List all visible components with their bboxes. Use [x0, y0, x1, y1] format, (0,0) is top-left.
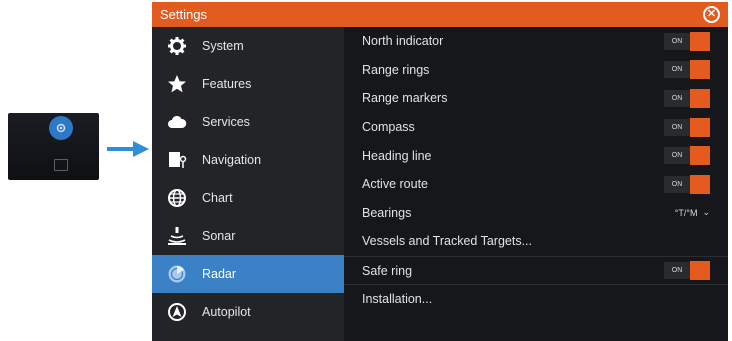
navigation-icon: [166, 149, 188, 171]
sidebar-item-label: Features: [202, 77, 252, 91]
chevron-down-icon: ⌄: [702, 207, 710, 218]
safe-ring-toggle[interactable]: ON: [664, 261, 710, 281]
sonar-icon: [166, 225, 188, 247]
setting-label: Safe ring: [362, 263, 413, 278]
setting-label: Heading line: [362, 148, 432, 163]
sidebar-item-system[interactable]: System: [152, 27, 344, 65]
close-icon: ✕: [706, 8, 717, 20]
toggle-switch: [690, 146, 710, 166]
gear-icon: [56, 123, 66, 133]
toggle-state: ON: [664, 175, 690, 193]
setting-row-north-indicator[interactable]: North indicator ON: [344, 27, 728, 56]
home-screen-thumbnail: [8, 113, 99, 180]
north-indicator-toggle[interactable]: ON: [664, 31, 710, 51]
setting-label: Active route: [362, 177, 429, 192]
sidebar-item-label: System: [202, 39, 244, 53]
toggle-state: ON: [664, 61, 690, 79]
setting-row-safe-ring[interactable]: Safe ring ON: [344, 255, 728, 285]
setting-row-installation[interactable]: Installation...: [344, 284, 728, 313]
toggle-switch: [690, 88, 710, 108]
setting-label: Compass: [362, 120, 415, 135]
setting-row-bearings[interactable]: Bearings °T/°M ⌄: [344, 199, 728, 228]
gear-icon: [166, 35, 188, 57]
bearings-select[interactable]: °T/°M ⌄: [675, 207, 710, 218]
setting-row-compass[interactable]: Compass ON: [344, 113, 728, 142]
sidebar-item-features[interactable]: Features: [152, 65, 344, 103]
sidebar-item-services[interactable]: Services: [152, 103, 344, 141]
dialog-title: Settings: [160, 7, 207, 22]
toggle-switch: [690, 117, 710, 137]
toggle-switch: [690, 174, 710, 194]
radar-icon: [166, 263, 188, 285]
placeholder-icon: [54, 159, 68, 171]
toggle-state: ON: [664, 89, 690, 107]
setting-row-range-markers[interactable]: Range markers ON: [344, 84, 728, 113]
toggle-state: ON: [664, 262, 690, 280]
sidebar-item-label: Services: [202, 115, 250, 129]
setting-label: Vessels and Tracked Targets...: [362, 234, 533, 249]
sidebar-item-label: Autopilot: [202, 305, 251, 319]
sidebar-item-chart[interactable]: Chart: [152, 179, 344, 217]
settings-gear-button[interactable]: [49, 116, 73, 140]
toggle-switch: [690, 261, 710, 281]
sidebar-item-label: Radar: [202, 267, 237, 281]
sidebar-item-label: Sonar: [202, 229, 236, 243]
compass-toggle[interactable]: ON: [664, 117, 710, 137]
select-value: °T/°M: [674, 207, 698, 218]
setting-row-heading-line[interactable]: Heading line ON: [344, 141, 728, 170]
sidebar-item-navigation[interactable]: Navigation: [152, 141, 344, 179]
toggle-state: ON: [664, 32, 690, 50]
settings-sidebar: System Features Services Navigation Char…: [152, 27, 344, 341]
range-markers-toggle[interactable]: ON: [664, 88, 710, 108]
setting-row-range-rings[interactable]: Range rings ON: [344, 56, 728, 85]
heading-line-toggle[interactable]: ON: [664, 146, 710, 166]
setting-label: Bearings: [362, 205, 412, 220]
toggle-state: ON: [664, 118, 690, 136]
setting-row-vessels-and-tracked-targets[interactable]: Vessels and Tracked Targets...: [344, 227, 728, 256]
globe-icon: [166, 187, 188, 209]
toggle-switch: [690, 31, 710, 51]
right-arrow-icon: [107, 141, 149, 157]
sidebar-item-label: Navigation: [202, 153, 262, 167]
setting-label: North indicator: [362, 34, 444, 49]
sidebar-item-label: Chart: [202, 191, 233, 205]
radar-settings-panel: North indicator ON Range rings ON Range …: [344, 27, 728, 341]
toggle-state: ON: [664, 147, 690, 165]
active-route-toggle[interactable]: ON: [664, 174, 710, 194]
dialog-titlebar: Settings ✕: [152, 2, 728, 27]
star-icon: [166, 73, 188, 95]
sidebar-item-sonar[interactable]: Sonar: [152, 217, 344, 255]
cloud-icon: [166, 111, 188, 133]
setting-label: Range markers: [362, 91, 448, 106]
setting-label: Installation...: [362, 292, 433, 307]
settings-dialog: Settings ✕ System Features Services Navi…: [152, 2, 728, 341]
autopilot-icon: [166, 301, 188, 323]
setting-label: Range rings: [362, 62, 430, 77]
range-rings-toggle[interactable]: ON: [664, 60, 710, 80]
setting-row-active-route[interactable]: Active route ON: [344, 170, 728, 199]
sidebar-item-radar[interactable]: Radar: [152, 255, 344, 293]
close-button[interactable]: ✕: [703, 6, 720, 23]
toggle-switch: [690, 60, 710, 80]
sidebar-item-autopilot[interactable]: Autopilot: [152, 293, 344, 331]
